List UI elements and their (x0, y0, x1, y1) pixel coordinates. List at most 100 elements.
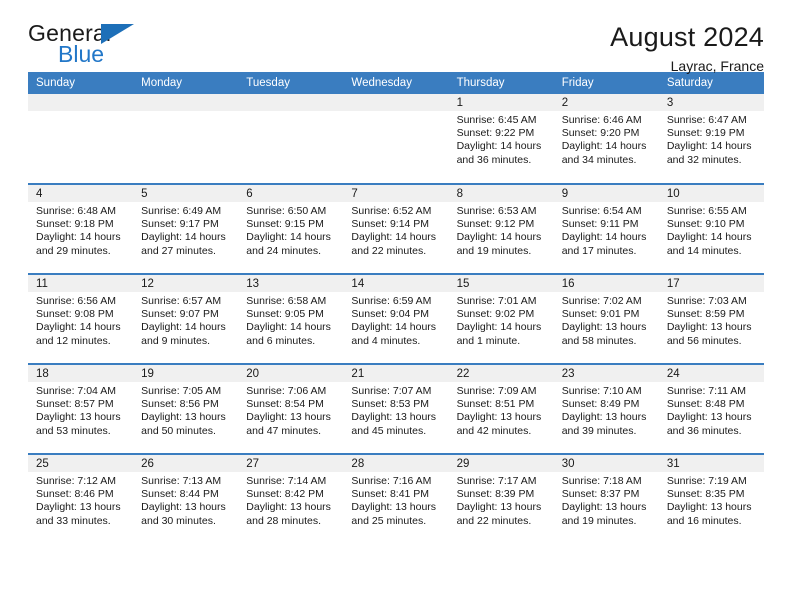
day-number: 16 (553, 275, 659, 292)
day-cell[interactable]: 5 Sunrise: 6:49 AM Sunset: 9:17 PM Dayli… (133, 183, 239, 274)
daylight-text: Daylight: 14 hours and 6 minutes. (246, 321, 331, 347)
day-cell[interactable]: 10 Sunrise: 6:55 AM Sunset: 9:10 PM Dayl… (658, 183, 764, 274)
sunset-text: Sunset: 8:42 PM (246, 488, 324, 501)
page-title: August 2024 (610, 22, 764, 52)
calendar-week-row: 25 Sunrise: 7:12 AM Sunset: 8:46 PM Dayl… (28, 453, 764, 544)
title-block: August 2024 Layrac, France (610, 22, 764, 74)
daylight-text: Daylight: 14 hours and 12 minutes. (36, 321, 121, 347)
day-number (343, 94, 449, 111)
sunset-text: Sunset: 9:20 PM (561, 127, 640, 140)
sunset-text: Sunset: 8:56 PM (141, 398, 219, 411)
calendar-week-row: 11 Sunrise: 6:56 AM Sunset: 9:08 PM Dayl… (28, 273, 764, 364)
daylight-text: Daylight: 14 hours and 19 minutes. (456, 231, 542, 257)
day-details (133, 111, 238, 114)
day-cell[interactable]: 28 Sunrise: 7:16 AM Sunset: 8:41 PM Dayl… (343, 453, 449, 544)
day-details: Sunrise: 6:53 AM Sunset: 9:12 PM Dayligh… (449, 202, 554, 258)
day-cell[interactable]: 19 Sunrise: 7:05 AM Sunset: 8:56 PM Dayl… (133, 363, 239, 454)
day-cell[interactable]: 4 Sunrise: 6:48 AM Sunset: 9:18 PM Dayli… (28, 183, 134, 274)
day-number: 30 (553, 455, 659, 472)
day-cell[interactable]: 31 Sunrise: 7:19 AM Sunset: 8:35 PM Dayl… (658, 453, 764, 544)
sunrise-sunset-calendar: Sunday Monday Tuesday Wednesday Thursday… (28, 72, 764, 544)
day-cell[interactable]: 9 Sunrise: 6:54 AM Sunset: 9:11 PM Dayli… (553, 183, 659, 274)
daylight-text: Daylight: 14 hours and 36 minutes. (456, 140, 542, 166)
daylight-text: Daylight: 14 hours and 4 minutes. (351, 321, 437, 347)
daylight-text: Daylight: 13 hours and 16 minutes. (666, 501, 752, 527)
sunrise-text: Sunrise: 6:53 AM (456, 205, 537, 217)
day-cell[interactable]: 15 Sunrise: 7:01 AM Sunset: 9:02 PM Dayl… (448, 273, 554, 364)
day-cell[interactable]: 13 Sunrise: 6:58 AM Sunset: 9:05 PM Dayl… (238, 273, 344, 364)
daylight-text: Daylight: 13 hours and 36 minutes. (666, 411, 752, 437)
sunrise-text: Sunrise: 6:58 AM (246, 295, 327, 307)
day-cell[interactable]: 11 Sunrise: 6:56 AM Sunset: 9:08 PM Dayl… (28, 273, 134, 364)
day-cell[interactable]: 1 Sunrise: 6:45 AM Sunset: 9:22 PM Dayli… (448, 94, 554, 184)
sunset-text: Sunset: 9:05 PM (246, 308, 324, 321)
day-cell[interactable]: 22 Sunrise: 7:09 AM Sunset: 8:51 PM Dayl… (448, 363, 554, 454)
day-cell[interactable]: 17 Sunrise: 7:03 AM Sunset: 8:59 PM Dayl… (658, 273, 764, 364)
sunset-text: Sunset: 9:22 PM (456, 127, 535, 140)
calendar-week-row: 4 Sunrise: 6:48 AM Sunset: 9:18 PM Dayli… (28, 183, 764, 274)
day-cell[interactable]: 29 Sunrise: 7:17 AM Sunset: 8:39 PM Dayl… (448, 453, 554, 544)
sunrise-text: Sunrise: 7:16 AM (351, 475, 432, 487)
sunset-text: Sunset: 9:18 PM (36, 218, 114, 231)
day-details: Sunrise: 7:03 AM Sunset: 8:59 PM Dayligh… (659, 292, 764, 348)
day-cell[interactable]: 21 Sunrise: 7:07 AM Sunset: 8:53 PM Dayl… (343, 363, 449, 454)
sunset-text: Sunset: 9:15 PM (246, 218, 324, 231)
day-details: Sunrise: 7:05 AM Sunset: 8:56 PM Dayligh… (133, 382, 238, 438)
day-cell[interactable]: 27 Sunrise: 7:14 AM Sunset: 8:42 PM Dayl… (238, 453, 344, 544)
weekday-header-row: Sunday Monday Tuesday Wednesday Thursday… (28, 72, 764, 94)
day-cell[interactable]: 3 Sunrise: 6:47 AM Sunset: 9:19 PM Dayli… (658, 94, 764, 184)
day-number: 19 (133, 365, 239, 382)
sunrise-text: Sunrise: 7:06 AM (246, 385, 327, 397)
day-details: Sunrise: 6:45 AM Sunset: 9:22 PM Dayligh… (449, 111, 554, 167)
day-cell[interactable]: 8 Sunrise: 6:53 AM Sunset: 9:12 PM Dayli… (448, 183, 554, 274)
sunset-text: Sunset: 9:01 PM (561, 308, 640, 321)
sunrise-text: Sunrise: 6:47 AM (666, 114, 747, 126)
day-details: Sunrise: 6:52 AM Sunset: 9:14 PM Dayligh… (343, 202, 448, 258)
sunrise-text: Sunrise: 6:57 AM (141, 295, 222, 307)
day-cell[interactable]: 7 Sunrise: 6:52 AM Sunset: 9:14 PM Dayli… (343, 183, 449, 274)
day-number: 23 (553, 365, 659, 382)
weekday-header-sunday: Sunday (28, 72, 134, 94)
sunrise-text: Sunrise: 7:05 AM (141, 385, 222, 397)
daylight-text: Daylight: 13 hours and 58 minutes. (561, 321, 647, 347)
day-cell[interactable]: 6 Sunrise: 6:50 AM Sunset: 9:15 PM Dayli… (238, 183, 344, 274)
weekday-header-thursday: Thursday (448, 72, 554, 94)
day-cell[interactable]: 18 Sunrise: 7:04 AM Sunset: 8:57 PM Dayl… (28, 363, 134, 454)
page-header: General Blue August 2024 Layrac, France (28, 0, 764, 74)
day-details: Sunrise: 7:17 AM Sunset: 8:39 PM Dayligh… (449, 472, 554, 528)
day-cell[interactable]: 20 Sunrise: 7:06 AM Sunset: 8:54 PM Dayl… (238, 363, 344, 454)
page-subtitle-location: Layrac, France (670, 58, 764, 75)
day-cell (343, 94, 449, 184)
day-cell[interactable]: 14 Sunrise: 6:59 AM Sunset: 9:04 PM Dayl… (343, 273, 449, 364)
day-cell[interactable]: 16 Sunrise: 7:02 AM Sunset: 9:01 PM Dayl… (553, 273, 659, 364)
day-cell[interactable]: 26 Sunrise: 7:13 AM Sunset: 8:44 PM Dayl… (133, 453, 239, 544)
sunset-text: Sunset: 8:57 PM (36, 398, 114, 411)
daylight-text: Daylight: 14 hours and 1 minute. (456, 321, 542, 347)
sunset-text: Sunset: 9:17 PM (141, 218, 219, 231)
day-cell[interactable]: 2 Sunrise: 6:46 AM Sunset: 9:20 PM Dayli… (553, 94, 659, 184)
sunset-text: Sunset: 8:44 PM (141, 488, 219, 501)
sunrise-text: Sunrise: 7:09 AM (456, 385, 537, 397)
weekday-header-tuesday: Tuesday (238, 72, 344, 94)
sunrise-text: Sunrise: 7:10 AM (561, 385, 642, 397)
day-details (28, 111, 133, 114)
day-details (238, 111, 343, 114)
day-cell[interactable]: 24 Sunrise: 7:11 AM Sunset: 8:48 PM Dayl… (658, 363, 764, 454)
day-cell[interactable]: 12 Sunrise: 6:57 AM Sunset: 9:07 PM Dayl… (133, 273, 239, 364)
sunset-text: Sunset: 8:37 PM (561, 488, 640, 501)
day-number: 1 (448, 94, 554, 111)
general-blue-logo[interactable]: General Blue (28, 22, 148, 70)
daylight-text: Daylight: 14 hours and 14 minutes. (666, 231, 752, 257)
day-cell[interactable]: 30 Sunrise: 7:18 AM Sunset: 8:37 PM Dayl… (553, 453, 659, 544)
day-details: Sunrise: 7:12 AM Sunset: 8:46 PM Dayligh… (28, 472, 133, 528)
day-cell[interactable]: 23 Sunrise: 7:10 AM Sunset: 8:49 PM Dayl… (553, 363, 659, 454)
day-number: 4 (28, 185, 134, 202)
day-cell[interactable]: 25 Sunrise: 7:12 AM Sunset: 8:46 PM Dayl… (28, 453, 134, 544)
day-details: Sunrise: 7:10 AM Sunset: 8:49 PM Dayligh… (554, 382, 659, 438)
sunrise-text: Sunrise: 7:07 AM (351, 385, 432, 397)
daylight-text: Daylight: 13 hours and 22 minutes. (456, 501, 542, 527)
sunrise-text: Sunrise: 7:12 AM (36, 475, 116, 487)
day-details: Sunrise: 7:18 AM Sunset: 8:37 PM Dayligh… (554, 472, 659, 528)
day-details: Sunrise: 7:11 AM Sunset: 8:48 PM Dayligh… (659, 382, 764, 438)
daylight-text: Daylight: 14 hours and 32 minutes. (666, 140, 752, 166)
